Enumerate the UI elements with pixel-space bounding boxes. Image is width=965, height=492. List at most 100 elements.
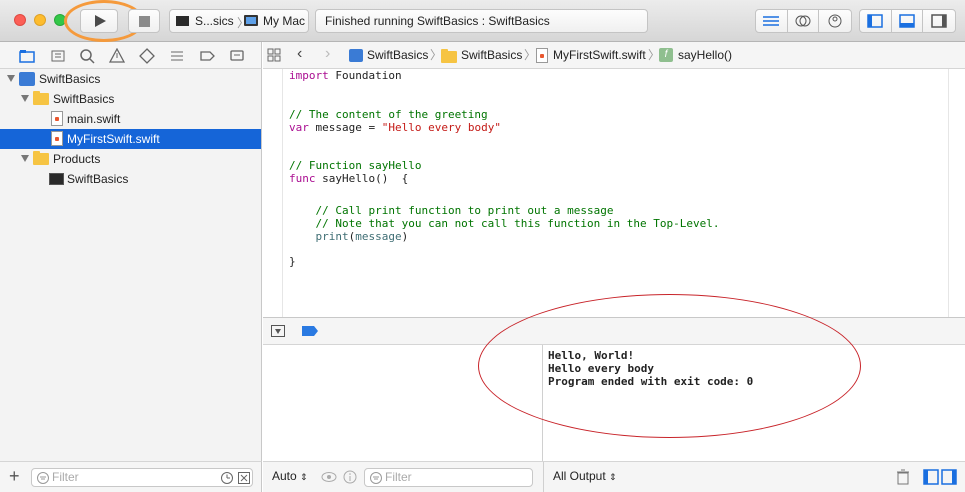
- version-editor-button[interactable]: [819, 10, 851, 32]
- code-line[interactable]: print(message): [289, 230, 409, 243]
- add-icon[interactable]: +: [9, 466, 20, 486]
- toggle-utilities-button[interactable]: [923, 10, 955, 32]
- variables-scope-popup[interactable]: Auto ⇕: [272, 469, 308, 483]
- related-items-icon[interactable]: [267, 48, 281, 62]
- forward-arrow-icon[interactable]: ›: [325, 45, 330, 63]
- back-arrow-icon[interactable]: ‹: [297, 45, 302, 63]
- activity-viewer: Finished running SwiftBasics : SwiftBasi…: [315, 9, 648, 33]
- editor-mode-segment: [755, 9, 852, 33]
- code-line[interactable]: }: [289, 255, 296, 268]
- eye-icon[interactable]: [321, 471, 337, 483]
- navigator-filter-field[interactable]: Filter: [31, 468, 253, 487]
- code-token: ): [401, 230, 409, 243]
- breadcrumb-group[interactable]: SwiftBasics: [461, 47, 522, 63]
- console-output-label: All Output: [553, 469, 606, 483]
- code-line[interactable]: // Function sayHello: [289, 159, 421, 172]
- standard-editor-button[interactable]: [756, 10, 788, 32]
- disclosure-open-icon[interactable]: [7, 75, 15, 82]
- tree-row-label: MyFirstSwift.swift: [67, 132, 160, 146]
- debug-gauges-icon[interactable]: [169, 48, 185, 64]
- breadcrumb-file[interactable]: MyFirstSwift.swift: [553, 47, 646, 63]
- tree-row-file-myfirstswift[interactable]: MyFirstSwift.swift: [0, 129, 261, 149]
- bottom-panel-icon: [899, 14, 915, 28]
- console-line: Program ended with exit code: 0: [548, 375, 754, 388]
- disclosure-open-icon[interactable]: [21, 155, 29, 162]
- swift-file-icon: [51, 131, 63, 146]
- code-line[interactable]: // Call print function to print out a me…: [289, 204, 614, 217]
- code-token: // Call print function to print out a me…: [289, 204, 614, 217]
- code-line[interactable]: // Note that you can not call this funct…: [289, 217, 719, 230]
- tree-row-label: SwiftBasics: [53, 92, 115, 106]
- stop-button[interactable]: [128, 9, 160, 33]
- folder-icon[interactable]: [19, 48, 35, 64]
- code-token: import: [289, 69, 329, 82]
- trash-icon[interactable]: [896, 469, 910, 485]
- console-line: Hello every body: [548, 362, 654, 375]
- split-pane-toggle-icon[interactable]: [923, 469, 957, 485]
- code-token: var: [289, 121, 309, 134]
- test-diamond-icon[interactable]: [139, 48, 155, 64]
- search-icon[interactable]: [79, 48, 95, 64]
- left-panel-icon: [867, 14, 884, 28]
- tree-row-label: SwiftBasics: [67, 172, 129, 186]
- console-output-popup[interactable]: All Output ⇕: [553, 469, 617, 483]
- blueprint-icon: [349, 49, 363, 62]
- scm-status-icon[interactable]: [237, 471, 251, 485]
- symbol-navigator-icon[interactable]: [50, 48, 66, 64]
- breakpoint-icon[interactable]: [199, 48, 215, 64]
- folder-icon: [33, 151, 49, 165]
- code-token: print: [315, 230, 349, 243]
- editor-right-margin: [948, 69, 949, 317]
- tree-row-project[interactable]: SwiftBasics: [0, 69, 261, 89]
- code-line[interactable]: import Foundation: [289, 69, 402, 82]
- code-line[interactable]: var message = "Hello every body": [289, 121, 501, 134]
- debug-bottom-bar: Auto ⇕ Filter All Output ⇕: [263, 461, 965, 492]
- right-panel-icon: [931, 14, 947, 28]
- disclosure-open-icon[interactable]: [21, 95, 29, 102]
- variables-view: [263, 345, 543, 461]
- tree-row-file-main[interactable]: main.swift: [0, 109, 261, 129]
- updown-chevron-icon: ⇕: [609, 472, 617, 482]
- warning-icon[interactable]: [109, 48, 125, 64]
- code-line[interactable]: func sayHello() {: [289, 172, 408, 185]
- filter-icon: [370, 472, 382, 484]
- jump-bar: ‹ › SwiftBasics 〉 SwiftBasics 〉 MyFirstS…: [263, 42, 965, 69]
- tree-row-label: main.swift: [67, 112, 121, 126]
- project-navigator: SwiftBasics SwiftBasics main.swift MyFir…: [0, 69, 262, 461]
- report-icon[interactable]: [229, 48, 245, 64]
- debug-bar: [263, 317, 965, 345]
- code-line[interactable]: // The content of the greeting: [289, 108, 488, 121]
- run-button[interactable]: [80, 9, 118, 33]
- code-token: func: [289, 172, 316, 185]
- view-toggle-segment: [859, 9, 956, 33]
- code-token: // The content of the greeting: [289, 108, 488, 121]
- source-editor[interactable]: import Foundation // The content of the g…: [263, 69, 965, 317]
- navigator-filter-bar: + Filter: [0, 461, 262, 492]
- activity-status-text: Finished running SwiftBasics : SwiftBasi…: [325, 14, 550, 28]
- breakpoints-toggle-icon[interactable]: [302, 326, 318, 336]
- close-window-button[interactable]: [14, 14, 26, 26]
- code-token: sayHello() {: [315, 172, 409, 185]
- toggle-debug-area-button[interactable]: [892, 10, 924, 32]
- editor-gutter[interactable]: [263, 69, 283, 317]
- scheme-selector[interactable]: S...sics 〉 My Mac: [169, 9, 309, 33]
- code-token: Foundation: [328, 69, 402, 82]
- tree-row-product-executable[interactable]: SwiftBasics: [0, 169, 261, 189]
- clock-icon[interactable]: [220, 471, 234, 485]
- breadcrumb-symbol[interactable]: sayHello(): [678, 47, 732, 63]
- minimize-window-button[interactable]: [34, 14, 46, 26]
- info-icon[interactable]: [343, 470, 357, 484]
- tree-row-products[interactable]: Products: [0, 149, 261, 169]
- terminal-icon: [176, 16, 189, 26]
- monitor-icon: [244, 15, 258, 26]
- toggle-navigator-button[interactable]: [860, 10, 892, 32]
- console-output[interactable]: Hello, World! Hello every body Program e…: [544, 345, 965, 461]
- assistant-editor-button[interactable]: [788, 10, 820, 32]
- hide-debug-area-icon[interactable]: [271, 325, 285, 337]
- breadcrumb-project[interactable]: SwiftBasics: [367, 47, 428, 63]
- variables-filter-field[interactable]: Filter: [364, 468, 533, 487]
- zoom-window-button[interactable]: [54, 14, 66, 26]
- tree-row-group[interactable]: SwiftBasics: [0, 89, 261, 109]
- code-token: }: [289, 255, 296, 268]
